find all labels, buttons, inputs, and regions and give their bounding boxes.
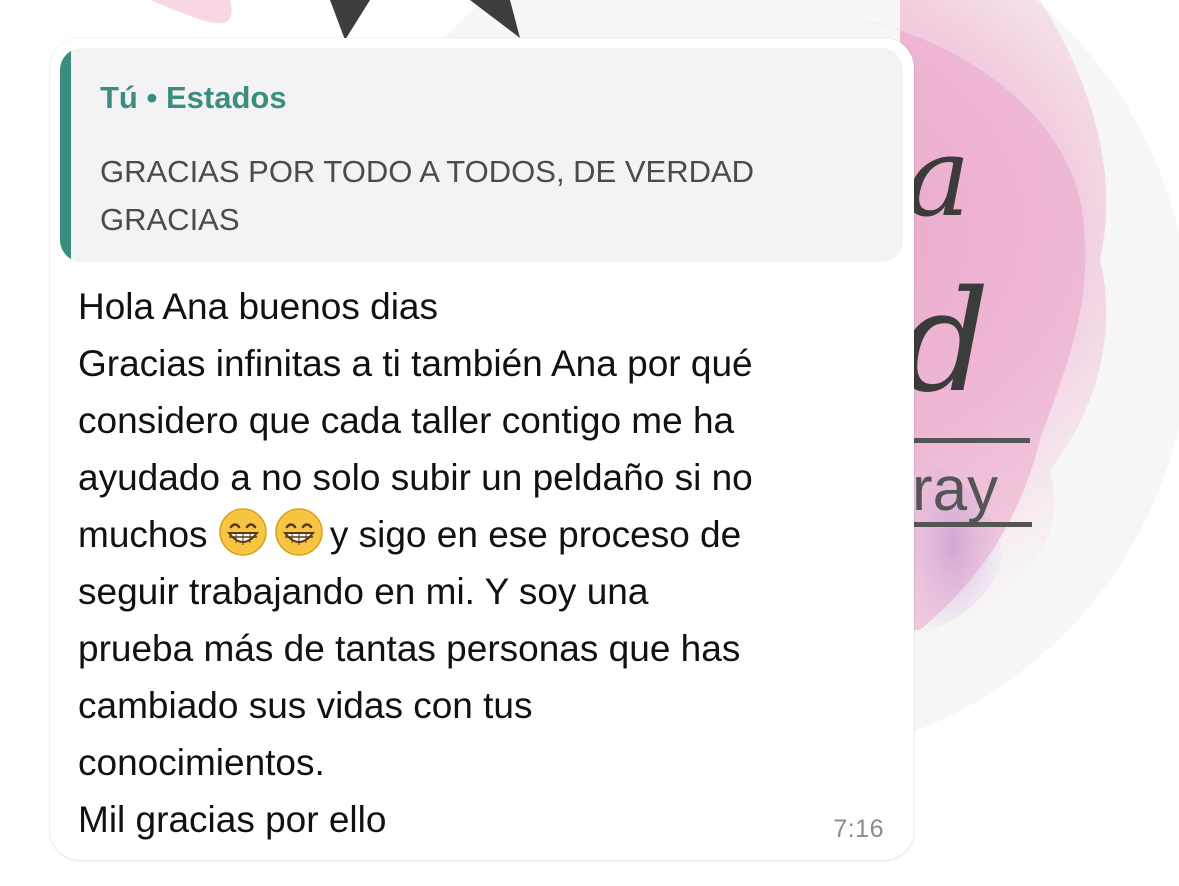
message-text: Hola Ana buenos dias Gracias infinitas a…: [78, 278, 888, 848]
message-timestamp: 7:16: [833, 815, 884, 843]
quoted-status-reply[interactable]: Tú • Estados GRACIAS POR TODO A TODOS, D…: [60, 48, 903, 262]
quote-text: GRACIAS POR TODO A TODOS, DE VERDAD GRAC…: [100, 148, 890, 244]
message-line: muchos y sigo en ese proceso de: [78, 506, 888, 563]
message-line-text: muchos: [78, 514, 218, 555]
quote-author: Tú: [100, 80, 138, 115]
message-line-text: y sigo en ese proceso de: [329, 514, 742, 555]
message-bubble[interactable]: Tú • Estados GRACIAS POR TODO A TODOS, D…: [50, 38, 914, 860]
logo-letter-a: a: [905, 113, 971, 241]
quote-accent-bar: [60, 48, 71, 262]
message-line: conocimientos.: [78, 742, 325, 783]
message-line: prueba más de tantas personas que has: [78, 628, 741, 669]
quote-source: Estados: [165, 80, 287, 115]
grinning-face-emoji-icon: [219, 508, 267, 556]
message-line: seguir trabajando en mi. Y soy una: [78, 571, 649, 612]
message-line: ayudado a no solo subir un peldaño si no: [78, 457, 753, 498]
quote-header: Tú • Estados: [100, 80, 287, 116]
quote-separator: •: [146, 80, 158, 115]
grinning-face-emoji-icon: [275, 508, 323, 556]
message-line: Hola Ana buenos dias: [78, 286, 438, 327]
message-line: considero que cada taller contigo me ha: [78, 400, 735, 441]
message-line: Gracias infinitas a ti también Ana por q…: [78, 343, 753, 384]
logo-text-ray: ray: [912, 455, 998, 524]
quote-text-line: GRACIAS: [100, 202, 240, 237]
message-line: Mil gracias por ello: [78, 799, 387, 840]
quote-text-line: GRACIAS POR TODO A TODOS, DE VERDAD: [100, 154, 755, 189]
message-line: cambiado sus vidas con tus: [78, 685, 533, 726]
